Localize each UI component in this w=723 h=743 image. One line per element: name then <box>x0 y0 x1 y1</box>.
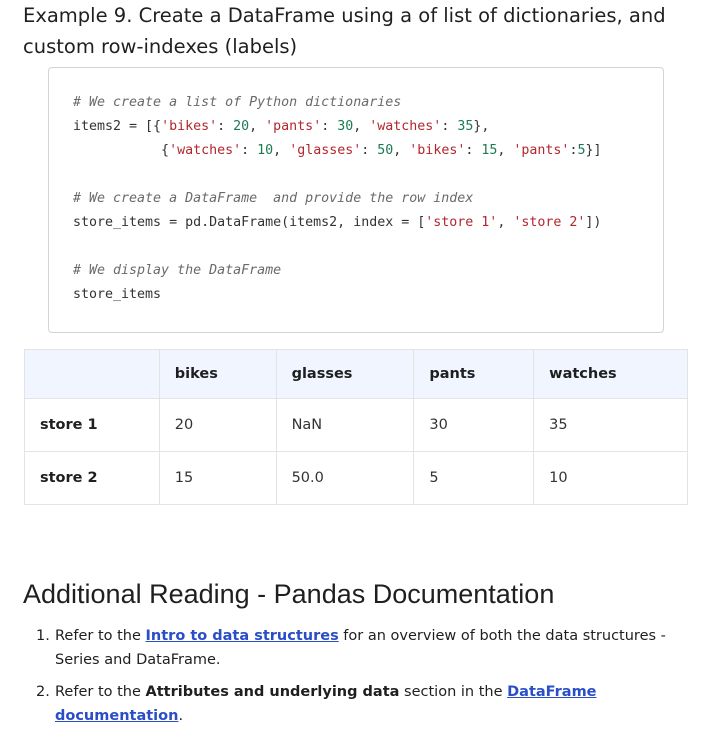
code-line-3: {'watches': 10, 'glasses': 50, 'bikes': … <box>73 143 601 158</box>
code-token: , <box>497 143 514 158</box>
code-token: : <box>241 143 258 158</box>
code-number: 15 <box>481 143 498 158</box>
code-line-1: # We create a list of Python dictionarie… <box>73 95 401 110</box>
code-token: : <box>321 119 338 134</box>
table-cell: NaN <box>275 398 415 452</box>
code-comment: # We display the DataFrame <box>73 263 282 278</box>
row-index: store 1 <box>24 398 160 452</box>
table-cell: 35 <box>533 398 688 452</box>
code-token: , <box>273 143 290 158</box>
code-string: 'bikes' <box>161 119 218 134</box>
row-index: store 2 <box>24 451 160 505</box>
code-number: 35 <box>457 119 474 134</box>
example-title: Example 9. Create a DataFrame using a of… <box>23 4 666 58</box>
code-string: 'pants' <box>265 119 322 134</box>
code-comment: # We create a DataFrame and provide the … <box>73 191 474 206</box>
intro-data-structures-link[interactable]: Intro to data structures <box>146 628 339 644</box>
table-row: store 1 20 NaN 30 35 <box>24 398 688 452</box>
table-header-glasses: glasses <box>275 349 415 399</box>
reading-list: 1. Refer to the Intro to data structures … <box>36 624 686 736</box>
code-token: : <box>361 143 378 158</box>
code-token: : <box>465 143 482 158</box>
table-cell: 5 <box>413 451 535 505</box>
code-string: 'bikes' <box>409 143 466 158</box>
code-number: 50 <box>377 143 394 158</box>
code-token: ]) <box>585 215 602 230</box>
code-string: 'watches' <box>369 119 442 134</box>
list-text: . <box>178 708 184 724</box>
table-header-watches: watches <box>533 349 688 399</box>
list-number: 1. <box>36 628 50 644</box>
code-string: 'glasses' <box>289 143 362 158</box>
code-block[interactable]: # We create a list of Python dictionarie… <box>48 67 664 333</box>
list-bold-text: Attributes and underlying data <box>145 684 400 700</box>
code-string: 'watches' <box>169 143 242 158</box>
code-token: , <box>497 215 514 230</box>
code-token: , <box>393 143 410 158</box>
list-number: 2. <box>36 684 50 700</box>
code-line-6: # We display the DataFrame <box>73 263 281 278</box>
dataframe-table: bikes glasses pants watches store 1 20 N… <box>24 349 688 505</box>
code-token: { <box>73 143 170 158</box>
code-string: 'store 1' <box>425 215 498 230</box>
table-cell: 50.0 <box>275 451 415 505</box>
list-item: 1. Refer to the Intro to data structures … <box>36 624 686 672</box>
code-line-7: store_items <box>73 287 161 302</box>
code-comment: # We create a list of Python dictionarie… <box>73 95 402 110</box>
code-token: }] <box>585 143 602 158</box>
code-line-2: items2 = [{'bikes': 20, 'pants': 30, 'wa… <box>73 119 489 134</box>
table-cell: 15 <box>158 451 277 505</box>
code-token: }, <box>473 119 490 134</box>
code-number: 10 <box>257 143 274 158</box>
list-text: section in the <box>399 684 508 700</box>
code-token: , <box>353 119 370 134</box>
section-heading: Additional Reading - Pandas Documentatio… <box>23 579 555 609</box>
table-row: store 2 15 50.0 5 10 <box>24 451 688 505</box>
code-token: store_items <box>73 287 162 302</box>
code-token: store_items = pd.DataFrame(items2, index… <box>73 215 426 230</box>
list-item: 2. Refer to the Attributes and underlying… <box>36 680 686 728</box>
table-cell: 30 <box>413 398 535 452</box>
code-line-5: store_items = pd.DataFrame(items2, index… <box>73 215 601 230</box>
table-header-index <box>24 349 160 399</box>
table-cell: 10 <box>533 451 688 505</box>
table-header-bikes: bikes <box>158 349 277 399</box>
table-header-row: bikes glasses pants watches <box>24 349 688 399</box>
code-line-4: # We create a DataFrame and provide the … <box>73 191 473 206</box>
code-string: 'store 2' <box>513 215 586 230</box>
code-token: , <box>249 119 266 134</box>
table-header-pants: pants <box>413 349 535 399</box>
code-number: 20 <box>233 119 250 134</box>
list-text: Refer to the <box>55 684 146 700</box>
code-token: items2 = [{ <box>73 119 162 134</box>
list-text: Refer to the <box>55 628 146 644</box>
code-number: 30 <box>337 119 354 134</box>
table-cell: 20 <box>158 398 277 452</box>
code-token: : <box>441 119 458 134</box>
code-token: : <box>217 119 234 134</box>
code-string: 'pants' <box>513 143 570 158</box>
